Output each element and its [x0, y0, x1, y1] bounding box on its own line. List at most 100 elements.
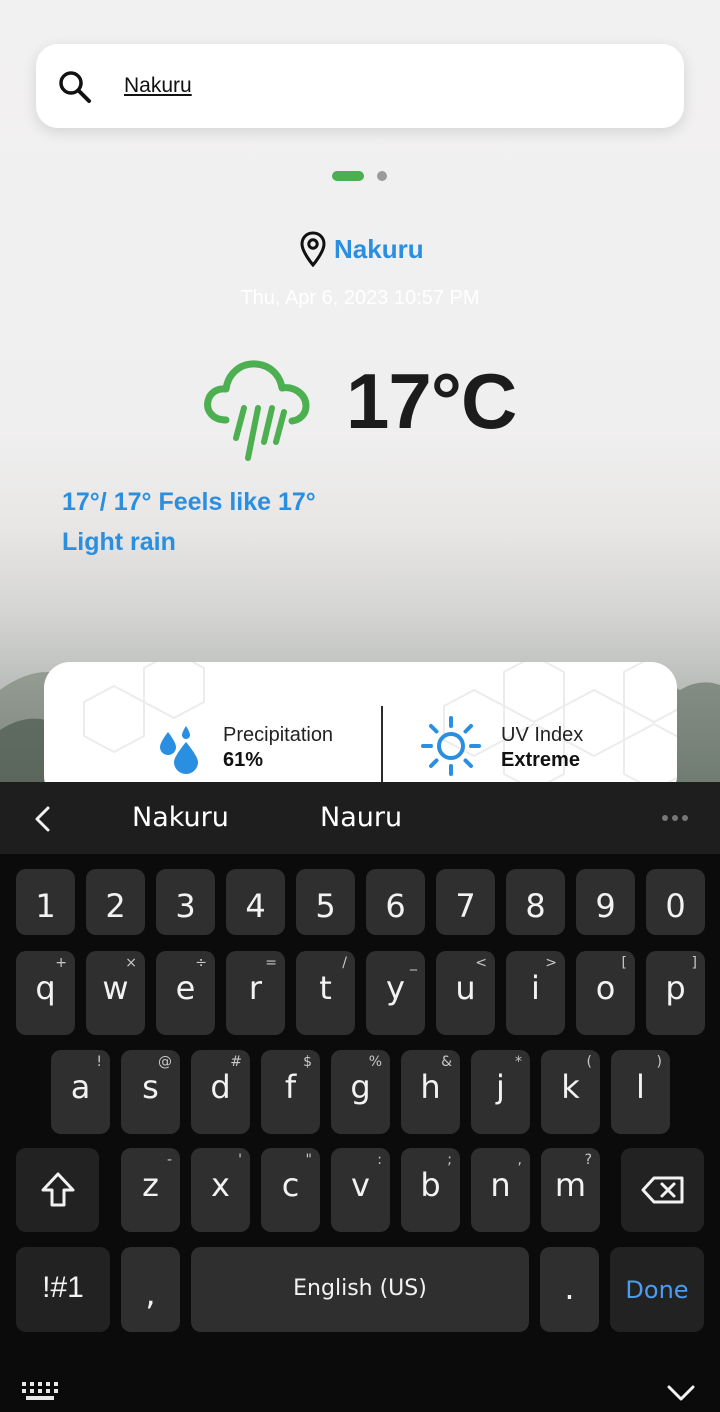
period-key[interactable]: . — [540, 1247, 599, 1332]
letter-key-label: a — [70, 1068, 91, 1106]
letter-key[interactable]: b; — [401, 1148, 460, 1232]
letter-key-alt-label: [ — [621, 955, 627, 971]
letter-key-label: z — [142, 1166, 159, 1204]
letter-key-label: t — [319, 969, 332, 1007]
metrics-card: Precipitation 61% UV Index Extreme — [44, 662, 677, 782]
keyboard-switch-icon[interactable] — [22, 1382, 58, 1402]
page-dot-active[interactable] — [332, 171, 364, 181]
chevron-left-icon[interactable] — [30, 804, 56, 834]
letter-key[interactable]: e ÷ — [156, 951, 215, 1035]
location-name: Nakuru — [334, 233, 424, 264]
letter-key[interactable]: p] — [646, 951, 705, 1035]
letter-key-label: p — [665, 969, 686, 1007]
letter-key[interactable]: g% — [331, 1050, 390, 1134]
suggestion-word[interactable]: Nauru — [320, 802, 402, 833]
letter-key[interactable]: r = — [226, 951, 285, 1035]
letter-key[interactable]: t / — [296, 951, 355, 1035]
page-dot[interactable] — [377, 171, 387, 181]
letter-key[interactable]: o[ — [576, 951, 635, 1035]
number-key-label: 9 — [595, 887, 616, 925]
letter-key-label: m — [554, 1166, 587, 1204]
location-header: Nakuru — [300, 229, 424, 269]
number-key-label: 1 — [35, 887, 56, 925]
letter-key[interactable]: n, — [471, 1148, 530, 1232]
precipitation-value: 61% — [223, 749, 264, 771]
letter-key-alt-label: * — [515, 1054, 522, 1070]
comma-key-label: , — [145, 1275, 156, 1313]
number-key[interactable]: 8 — [506, 869, 565, 935]
letter-key[interactable]: s @ — [121, 1050, 180, 1134]
hexagon-pattern — [83, 662, 677, 782]
letter-key-alt-label: , — [517, 1152, 522, 1168]
letter-key[interactable]: x ' — [191, 1148, 250, 1232]
letter-key[interactable]: u < — [436, 951, 495, 1035]
chevron-down-icon[interactable] — [666, 1384, 696, 1402]
number-key[interactable]: 6 — [366, 869, 425, 935]
letter-key-label: c — [281, 1166, 300, 1204]
letter-key-label: i — [531, 969, 540, 1007]
number-key[interactable]: 1 — [16, 869, 75, 935]
period-key-label: . — [564, 1269, 575, 1307]
letter-key-alt-label: - — [166, 1152, 172, 1168]
number-key[interactable]: 3 — [156, 869, 215, 935]
done-key[interactable]: Done — [610, 1247, 704, 1332]
backspace-key[interactable] — [621, 1148, 704, 1232]
letter-key[interactable]: q + — [16, 951, 75, 1035]
letter-key[interactable]: d # — [191, 1050, 250, 1134]
number-key[interactable]: 5 — [296, 869, 355, 935]
number-key-label: 7 — [455, 887, 476, 925]
letter-key[interactable]: y _ — [366, 951, 425, 1035]
letter-key-label: e — [175, 969, 196, 1007]
metrics-divider — [381, 706, 383, 782]
number-key-label: 5 — [315, 887, 336, 925]
letter-key[interactable]: h & — [401, 1050, 460, 1134]
letter-key-alt-label: @ — [158, 1054, 172, 1070]
letter-key-label: j — [496, 1068, 505, 1106]
letter-key-label: q — [35, 969, 56, 1007]
space-key[interactable]: English (US) — [191, 1247, 529, 1332]
letter-key[interactable]: w × — [86, 951, 145, 1035]
symbols-key[interactable]: !#1 — [16, 1247, 110, 1332]
letter-key-label: k — [561, 1068, 580, 1106]
letter-key[interactable]: k( — [541, 1050, 600, 1134]
letter-key-alt-label: ? — [584, 1152, 592, 1168]
letter-key[interactable]: v: — [331, 1148, 390, 1232]
number-key-label: 3 — [175, 887, 196, 925]
letter-key-alt-label: / — [342, 955, 347, 971]
letter-key-label: h — [420, 1068, 441, 1106]
letter-key[interactable]: z- — [121, 1148, 180, 1232]
more-options-icon[interactable] — [662, 815, 688, 821]
number-key[interactable]: 7 — [436, 869, 495, 935]
shift-key[interactable] — [16, 1148, 99, 1232]
comma-key[interactable]: , — [121, 1247, 180, 1332]
letter-key[interactable]: j * — [471, 1050, 530, 1134]
letter-key-label: f — [284, 1068, 297, 1106]
suggestion-word[interactable]: Nakuru — [132, 802, 229, 833]
number-key[interactable]: 4 — [226, 869, 285, 935]
number-key-label: 8 — [525, 887, 546, 925]
number-key[interactable]: 0 — [646, 869, 705, 935]
letter-key[interactable]: f $ — [261, 1050, 320, 1134]
letter-key-label: b — [420, 1166, 441, 1204]
on-screen-keyboard: Nakuru Nauru !#1 , English (US) . Done 1… — [0, 782, 720, 1412]
letter-key-label: g — [350, 1068, 371, 1106]
search-bar[interactable]: Nakuru — [36, 44, 684, 128]
letter-key-alt-label: ! — [96, 1054, 102, 1070]
number-key[interactable]: 9 — [576, 869, 635, 935]
letter-key-label: l — [636, 1068, 645, 1106]
search-icon[interactable] — [58, 70, 92, 104]
number-key[interactable]: 2 — [86, 869, 145, 935]
letter-key-alt-label: # — [230, 1054, 242, 1070]
weather-screen: Nakuru Nakuru Thu, Apr 6, 2023 10:57 PM … — [0, 0, 720, 782]
number-key-label: 2 — [105, 887, 126, 925]
letter-key-alt-label: ( — [586, 1054, 592, 1070]
letter-key[interactable]: c " — [261, 1148, 320, 1232]
letter-key-label: d — [210, 1068, 231, 1106]
search-input[interactable]: Nakuru — [124, 74, 192, 98]
letter-key[interactable]: m? — [541, 1148, 600, 1232]
letter-key[interactable]: a! — [51, 1050, 110, 1134]
letter-key[interactable]: i > — [506, 951, 565, 1035]
letter-key[interactable]: l) — [611, 1050, 670, 1134]
letter-key-alt-label: = — [265, 955, 277, 971]
number-key-label: 6 — [385, 887, 406, 925]
